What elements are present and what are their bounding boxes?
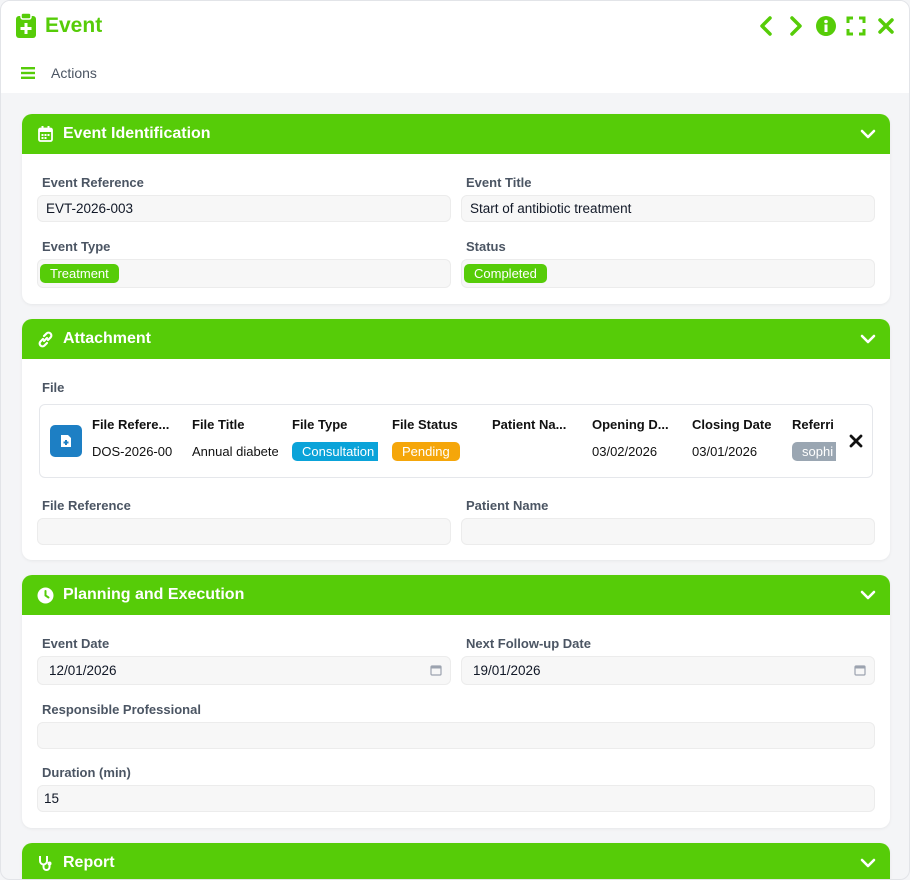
event-reference-label: Event Reference — [42, 175, 144, 190]
remove-icon[interactable] — [848, 433, 864, 449]
actions-label: Actions — [51, 65, 97, 81]
event-identification-header[interactable]: Event Identification — [22, 114, 890, 154]
file-reference-label: File Reference — [42, 498, 131, 513]
info-button[interactable] — [815, 15, 837, 37]
col-opening-date: Opening D... 03/02/2026 — [592, 417, 678, 462]
chevron-left-icon — [760, 16, 772, 36]
info-icon — [816, 16, 836, 36]
cell-referrer: sophi — [792, 440, 836, 462]
cell-file-status: Pending — [392, 440, 478, 462]
file-reference-input[interactable] — [37, 518, 451, 545]
clipboard-plus-icon — [16, 13, 36, 38]
chevron-right-icon — [790, 16, 802, 36]
event-title-label: Event Title — [466, 175, 532, 190]
col-referrer: Referri sophi — [792, 417, 836, 462]
patient-name-input[interactable] — [461, 518, 875, 545]
attachment-section: Attachment File File Refere... DOS-2026-… — [22, 319, 890, 560]
event-type-label: Event Type — [42, 239, 111, 254]
event-identification-section: Event Identification Event Reference EVT… — [22, 114, 890, 304]
event-date-label: Event Date — [42, 636, 110, 651]
file-status-badge: Pending — [392, 441, 460, 461]
section-title: Attachment — [63, 330, 152, 347]
event-type-field[interactable]: Treatment — [37, 259, 451, 288]
event-date-value: 12/01/2026 — [49, 663, 117, 678]
linked-file-row[interactable]: File Refere... DOS-2026-00 File Title An… — [39, 404, 873, 478]
professional-label: Responsible Professional — [42, 702, 201, 717]
event-type-tag: Treatment — [40, 264, 119, 283]
column-header: Patient Na... — [492, 417, 567, 432]
calendar-icon — [36, 125, 54, 143]
col-file-status: File Status Pending — [392, 417, 478, 462]
close-icon — [878, 18, 894, 34]
fullscreen-button[interactable] — [845, 15, 867, 37]
status-field[interactable]: Completed — [461, 259, 875, 288]
window-header: Event Actions — [1, 1, 909, 93]
file-label: File — [42, 380, 65, 395]
calendar-icon[interactable] — [854, 664, 866, 676]
column-header: File Type — [292, 417, 348, 432]
actions-menu[interactable]: Actions — [21, 65, 97, 81]
chevron-down-icon[interactable] — [860, 126, 876, 142]
clock-icon — [36, 586, 54, 604]
menu-icon — [21, 67, 35, 79]
link-icon — [36, 330, 54, 348]
section-title: Event Identification — [63, 125, 211, 142]
chevron-down-icon[interactable] — [860, 331, 876, 347]
col-file-reference: File Refere... DOS-2026-00 — [92, 417, 178, 462]
duration-label: Duration (min) — [42, 765, 131, 780]
calendar-icon[interactable] — [430, 664, 442, 676]
section-title: Planning and Execution — [63, 586, 245, 603]
file-icon — [50, 425, 82, 457]
file-type-badge: Consultation — [292, 441, 378, 461]
cell-file-type: Consultation — [292, 440, 378, 462]
report-section: Report — [22, 843, 890, 879]
patient-name-label: Patient Name — [466, 498, 549, 513]
column-header: File Title — [192, 417, 245, 432]
column-header: Closing Date — [692, 417, 772, 432]
chevron-down-icon[interactable] — [860, 587, 876, 603]
followup-date-label: Next Follow-up Date — [466, 636, 591, 651]
event-date-input[interactable]: 12/01/2026 — [37, 656, 451, 685]
col-patient-name: Patient Na... — [492, 417, 578, 462]
section-title: Report — [63, 854, 115, 871]
followup-date-input[interactable]: 19/01/2026 — [461, 656, 875, 685]
planning-section: Planning and Execution Event Date 12/01/… — [22, 575, 890, 828]
column-header: File Refere... — [92, 417, 170, 432]
window-title: Event — [45, 14, 103, 37]
close-button[interactable] — [875, 15, 897, 37]
column-header: Referri — [792, 417, 834, 432]
col-file-type: File Type Consultation — [292, 417, 378, 462]
chevron-down-icon[interactable] — [860, 855, 876, 871]
event-window: Event Actions Event Identification Event… — [0, 0, 910, 880]
cell-closing-date: 03/01/2026 — [692, 443, 758, 459]
column-header: File Status — [392, 417, 458, 432]
event-title-input[interactable]: Start of antibiotic treatment — [461, 195, 875, 222]
event-reference-input[interactable]: EVT-2026-003 — [37, 195, 451, 222]
status-tag: Completed — [464, 264, 547, 283]
cell-opening-date: 03/02/2026 — [592, 443, 658, 459]
previous-button[interactable] — [755, 15, 777, 37]
cell-file-title: Annual diabete — [192, 443, 278, 459]
next-button[interactable] — [785, 15, 807, 37]
duration-input[interactable]: 15 — [37, 785, 875, 812]
col-closing-date: Closing Date 03/01/2026 — [692, 417, 782, 462]
attachment-header[interactable]: Attachment — [22, 319, 890, 359]
expand-icon — [846, 16, 866, 36]
cell-patient-name — [492, 440, 578, 462]
referrer-badge: sophi — [792, 441, 836, 461]
followup-date-value: 19/01/2026 — [473, 663, 541, 678]
cell-file-reference: DOS-2026-00 — [92, 443, 173, 459]
window-actions — [755, 15, 897, 37]
professional-input[interactable] — [37, 722, 875, 749]
window-title-row: Event — [15, 13, 102, 39]
stethoscope-icon — [36, 854, 54, 872]
status-label: Status — [466, 239, 506, 254]
report-header[interactable]: Report — [22, 843, 890, 879]
planning-header[interactable]: Planning and Execution — [22, 575, 890, 615]
column-header: Opening D... — [592, 417, 669, 432]
col-file-title: File Title Annual diabete — [192, 417, 278, 462]
